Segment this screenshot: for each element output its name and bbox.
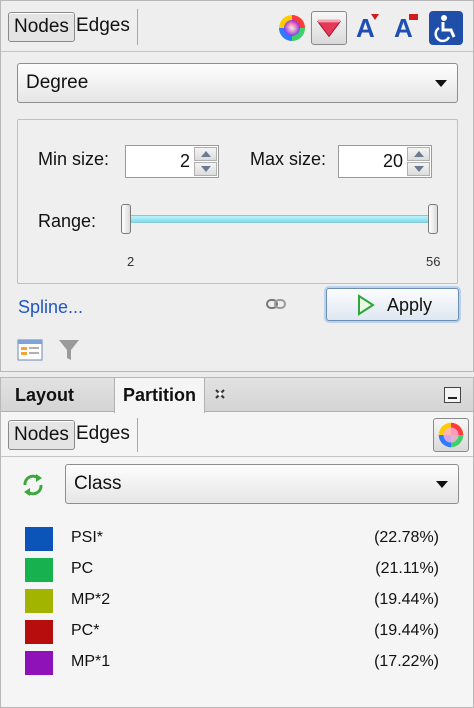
minimize-button[interactable]: [444, 387, 461, 403]
size-triangle-icon[interactable]: [311, 11, 347, 45]
toolbar-divider: [1, 456, 473, 457]
legend-percentage: (19.44%): [374, 622, 439, 639]
svg-text:A: A: [356, 13, 375, 42]
ranking-attribute-value: Degree: [26, 72, 89, 93]
subtab-separator: [137, 418, 138, 452]
legend-name: PSI*: [71, 529, 104, 546]
min-size-spinner[interactable]: 2: [125, 145, 219, 178]
max-size-label: Max size:: [250, 149, 327, 169]
legend-percentage: (17.22%): [374, 653, 439, 670]
legend-name: MP*1: [71, 653, 111, 670]
range-slider-track[interactable]: [126, 215, 433, 223]
legend-row[interactable]: MP*2 (19.44%): [25, 589, 445, 615]
apply-button[interactable]: Apply: [326, 288, 459, 321]
chevron-down-icon: [435, 80, 447, 87]
legend-color-swatch[interactable]: [25, 527, 53, 551]
legend-row[interactable]: PSI* (22.78%): [25, 527, 445, 553]
max-size-spin-buttons: [407, 147, 430, 176]
partition-attribute-value: Class: [74, 473, 122, 494]
range-slider-max-handle[interactable]: [428, 204, 438, 234]
play-icon: [358, 294, 375, 316]
refresh-icon[interactable]: [19, 472, 47, 498]
legend-percentage: (19.44%): [374, 591, 439, 608]
legend-color-swatch[interactable]: [25, 558, 53, 582]
toolbar-divider: [1, 51, 473, 52]
legend-row[interactable]: PC* (19.44%): [25, 620, 445, 646]
close-icon[interactable]: [213, 387, 227, 401]
legend-percentage: (21.11%): [375, 560, 439, 577]
ranking-panel: Nodes Edges A A Degree Min size: 2 Max s…: [0, 0, 474, 372]
partition-tab-nodes[interactable]: Nodes: [8, 420, 75, 450]
label-color-icon[interactable]: A: [391, 12, 421, 42]
tab-layout[interactable]: Layout: [7, 378, 82, 412]
max-size-increment-button[interactable]: [407, 147, 430, 161]
min-size-increment-button[interactable]: [194, 147, 217, 161]
tab-partition[interactable]: Partition: [114, 378, 206, 413]
legend-row[interactable]: PC (21.11%): [25, 558, 445, 584]
label-size-icon[interactable]: A: [353, 12, 383, 42]
partition-attribute-select[interactable]: Class: [65, 464, 459, 504]
max-size-spinner[interactable]: 20: [338, 145, 432, 178]
size-settings-box: Min size: 2 Max size: 20 Range: 2 56: [17, 119, 458, 284]
ranking-tab-edges[interactable]: Edges: [71, 12, 135, 42]
subtab-separator: [137, 9, 138, 45]
color-wheel-icon[interactable]: [433, 418, 469, 452]
range-slider-min-handle[interactable]: [121, 204, 131, 234]
legend-name: MP*2: [71, 591, 111, 608]
legend-color-swatch[interactable]: [25, 651, 53, 675]
max-size-decrement-button[interactable]: [407, 162, 430, 176]
min-size-value: 2: [179, 151, 190, 171]
tab-partition-label: Partition: [123, 385, 197, 405]
min-size-label: Min size:: [38, 149, 110, 169]
chevron-down-icon: [436, 481, 448, 488]
legend-percentage: (22.78%): [374, 529, 439, 546]
accessibility-icon[interactable]: [429, 11, 463, 45]
panel-tab-bar: Layout Partition: [1, 378, 473, 413]
legend-name: PC: [71, 560, 94, 577]
partition-panel: Layout Partition Nodes Edges Class PSI* …: [0, 377, 474, 708]
ranking-tab-nodes[interactable]: Nodes: [8, 12, 75, 42]
min-size-spin-buttons: [194, 147, 217, 176]
filter-funnel-icon[interactable]: [58, 338, 80, 362]
legend-color-swatch[interactable]: [25, 620, 53, 644]
range-max-tick: 56: [426, 254, 441, 269]
partition-tab-edges[interactable]: Edges: [71, 420, 135, 450]
max-size-value: 20: [382, 151, 403, 171]
chain-link-icon[interactable]: [265, 296, 287, 312]
apply-label: Apply: [387, 295, 433, 315]
spline-link[interactable]: Spline...: [18, 297, 83, 318]
legend-name: PC*: [71, 622, 100, 639]
range-label: Range:: [38, 211, 97, 231]
color-wheel-icon[interactable]: [277, 13, 307, 43]
legend-color-swatch[interactable]: [25, 589, 53, 613]
result-table-icon[interactable]: [17, 338, 43, 362]
range-min-tick: 2: [127, 254, 135, 269]
ranking-attribute-select[interactable]: Degree: [17, 63, 458, 103]
legend-row[interactable]: MP*1 (17.22%): [25, 651, 445, 677]
min-size-decrement-button[interactable]: [194, 162, 217, 176]
